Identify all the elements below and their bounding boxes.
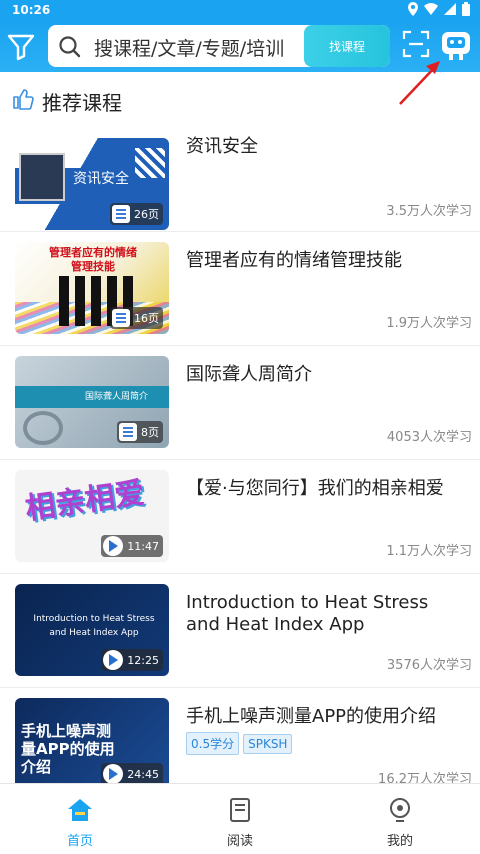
category-tag: SPKSH [243,734,293,754]
status-bar: 10:26 [0,0,480,20]
course-title[interactable]: 【爱·与您同行】我们的相亲相爱 [186,478,466,500]
course-title[interactable]: 手机上噪声测量APP的使用介绍 [186,706,466,728]
thumbnail-caption: 国际聋人周简介 [85,392,149,402]
course-title[interactable]: 国际聋人周简介 [186,364,466,386]
course-title[interactable]: 管理者应有的情绪管理技能 [186,250,466,272]
search-icon [59,36,81,58]
bottom-tab-bar: 首页 阅读 我的 [0,783,480,853]
page-count-badge: 16页 [110,307,163,329]
status-time: 10:26 [12,3,51,17]
search-input[interactable]: 搜课程/文章/专题/培训 [94,34,294,61]
tab-label: 我的 [386,834,413,849]
tab-label: 阅读 [226,834,253,849]
play-icon [103,536,124,556]
badge-text: 11:47 [127,539,159,553]
course-item[interactable]: 相亲相爱 11:47 【爱·与您同行】我们的相亲相爱 1.1万人次学习 [0,460,480,574]
profile-icon [390,798,410,822]
tab-reading[interactable]: 阅读 [160,784,320,854]
search-button[interactable]: 找课程 [304,25,390,67]
document-icon [119,423,137,441]
filter-icon[interactable] [6,32,36,62]
thumbnail-caption: 管理者应有的情绪管理技能 [49,246,137,273]
wifi-icon [424,3,438,15]
thumbnail-caption: Introduction to Heat Stress and Heat Ind… [33,614,155,638]
tab-profile[interactable]: 我的 [320,784,480,854]
scan-icon[interactable] [402,30,430,58]
section-title: 推荐课程 [42,91,122,115]
recommend-header: 推荐课程 [0,82,480,118]
document-icon [112,205,130,223]
tab-home[interactable]: 首页 [0,784,160,854]
thumbs-up-icon [13,89,34,110]
home-icon [68,799,92,821]
study-count: 3.5万人次学习 [386,204,472,219]
badge-text: 8页 [141,426,159,439]
signal-icon [444,3,456,15]
study-count: 3576人次学习 [386,658,472,673]
badge-text: 12:25 [127,653,159,667]
course-thumbnail: 资讯安全 26页 [15,138,169,230]
course-item[interactable]: 资讯安全 26页 资讯安全 3.5万人次学习 [0,118,480,232]
course-thumbnail: 管理者应有的情绪管理技能 16页 [15,242,169,334]
play-icon [103,764,124,784]
duration-badge: 12:25 [101,649,163,671]
book-icon [230,798,250,822]
course-item[interactable]: Introduction to Heat Stress and Heat Ind… [0,574,480,688]
duration-badge: 11:47 [101,535,163,557]
study-count: 1.9万人次学习 [386,316,472,331]
course-item[interactable]: 国际聋人周简介 8页 国际聋人周简介 4053人次学习 [0,346,480,460]
status-icons [408,2,470,16]
tab-label: 首页 [66,834,93,849]
badge-text: 24:45 [127,767,159,781]
study-count: 1.1万人次学习 [386,544,472,559]
course-thumbnail: Introduction to Heat Stress and Heat Ind… [15,584,169,676]
study-count: 4053人次学习 [386,430,472,445]
course-thumbnail: 相亲相爱 11:47 [15,470,169,562]
location-icon [408,2,418,16]
course-item[interactable]: 管理者应有的情绪管理技能 16页 管理者应有的情绪管理技能 1.9万人次学习 [0,232,480,346]
battery-icon [462,2,470,16]
course-thumbnail: 手机上噪声测量APP的使用介绍 24:45 [15,698,169,790]
play-icon [103,650,124,670]
search-bar[interactable]: 搜课程/文章/专题/培训 找课程 [48,25,390,67]
course-title[interactable]: Introduction to Heat Stress and Heat Ind… [186,592,466,636]
course-title[interactable]: 资讯安全 [186,136,466,158]
page-count-badge: 26页 [110,203,163,225]
thumbnail-caption: 资讯安全 [73,171,129,187]
duration-badge: 24:45 [101,763,163,785]
document-icon [112,309,130,327]
thumbnail-caption: 相亲相爱 [23,475,147,527]
course-tags: 0.5学分 SPKSH [186,732,296,755]
badge-text: 16页 [134,312,159,325]
page-count-badge: 8页 [117,421,163,443]
course-thumbnail: 国际聋人周简介 8页 [15,356,169,448]
credit-tag: 0.5学分 [186,732,240,755]
badge-text: 26页 [134,208,159,221]
